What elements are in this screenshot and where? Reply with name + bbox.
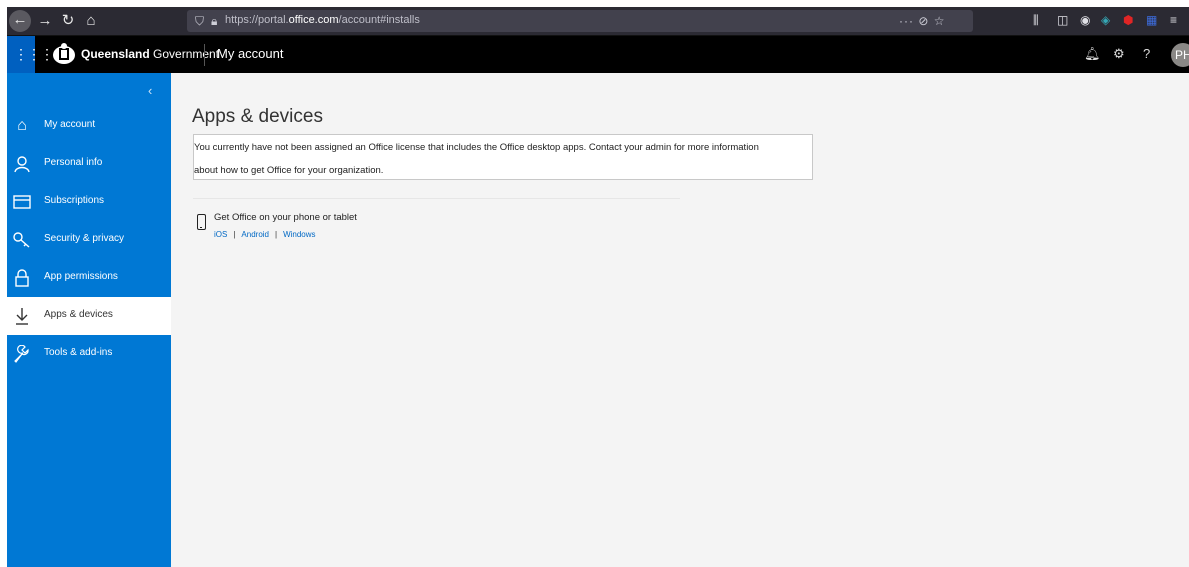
windows-link[interactable]: Windows xyxy=(283,230,315,239)
ios-link[interactable]: iOS xyxy=(214,230,227,239)
phone-icon xyxy=(197,214,206,230)
sidebar-item-apps-devices[interactable]: Apps & devices xyxy=(7,297,171,335)
window-top-strip xyxy=(0,0,1189,7)
padlock-icon[interactable]: 🔒︎ xyxy=(211,14,217,29)
card-icon xyxy=(13,193,31,211)
menu-icon[interactable]: ≡ xyxy=(1170,13,1177,27)
download-icon xyxy=(13,307,31,325)
gear-icon[interactable]: ⚙ xyxy=(1113,46,1125,62)
collapse-chevron-icon[interactable]: ‹ xyxy=(148,83,152,98)
sidebar-item-label: Personal info xyxy=(44,157,103,168)
notice-line-2: about how to get Office for your organiz… xyxy=(194,165,384,176)
grid-extension-icon[interactable]: ▦ xyxy=(1146,13,1157,27)
avatar[interactable]: PH xyxy=(1171,43,1189,67)
app-title[interactable]: My account xyxy=(217,46,283,61)
app-launcher-button[interactable]: ⋮⋮⋮ xyxy=(7,36,54,73)
browser-toolbar: ← → ↻ ⌂ ⛉ 🔒︎ https://portal.office.com/a… xyxy=(7,7,1189,36)
header-divider xyxy=(204,44,205,66)
office-header-bar: ⋮⋮⋮ Queensland Government My account 🔔︎ … xyxy=(7,36,1189,73)
help-icon[interactable]: ? xyxy=(1143,46,1150,61)
extension-icon[interactable]: ◈ xyxy=(1101,13,1110,27)
sidebar-item-app-permissions[interactable]: App permissions xyxy=(7,259,171,297)
key-icon xyxy=(13,231,31,249)
wrench-icon xyxy=(13,344,31,363)
reload-icon[interactable]: ↻ xyxy=(58,11,78,31)
main-content: Apps & devices You currently have not be… xyxy=(171,73,1189,567)
sidebar-item-label: Security & privacy xyxy=(44,233,125,244)
shield-icon[interactable]: ⛉ xyxy=(195,14,204,29)
sidebar-item-subscriptions[interactable]: Subscriptions xyxy=(7,183,171,221)
sidebar: ‹ ⌂ My account Personal info Subscriptio… xyxy=(7,73,171,567)
account-icon[interactable]: ◉ xyxy=(1080,13,1090,27)
section-divider xyxy=(193,198,680,199)
sidebar-item-label: Subscriptions xyxy=(44,195,105,206)
lock-icon xyxy=(13,269,31,287)
home-browser-icon[interactable]: ⌂ xyxy=(81,11,101,31)
sidebar-item-tools-add-ins[interactable]: Tools & add-ins xyxy=(7,335,171,373)
home-icon: ⌂ xyxy=(17,117,27,134)
sidebar-item-my-account[interactable]: ⌂ My account xyxy=(7,107,171,145)
sidebar-item-label: Apps & devices xyxy=(44,309,113,320)
brand-name[interactable]: Queensland Government xyxy=(81,47,219,61)
license-notice: You currently have not been assigned an … xyxy=(193,134,813,180)
page-actions-icons[interactable]: ··· ⊘ ☆ xyxy=(899,14,945,28)
sidebar-item-personal-info[interactable]: Personal info xyxy=(7,145,171,183)
mobile-heading: Get Office on your phone or tablet xyxy=(214,212,357,223)
sidebar-item-label: My account xyxy=(44,119,96,130)
sidebar-item-security-privacy[interactable]: Security & privacy xyxy=(7,221,171,259)
sidebar-toggle-icon[interactable]: ◫ xyxy=(1057,13,1068,27)
address-bar[interactable]: ⛉ 🔒︎ https://portal.office.com/account#i… xyxy=(187,10,973,32)
queensland-crest-icon xyxy=(53,43,75,64)
link-separator: | xyxy=(233,230,236,239)
notice-line-1: You currently have not been assigned an … xyxy=(194,142,759,153)
url-text[interactable]: https://portal.office.com/account#instal… xyxy=(225,14,420,26)
waffle-icon: ⋮⋮⋮ xyxy=(14,46,54,62)
android-link[interactable]: Android xyxy=(241,230,269,239)
bell-icon[interactable]: 🔔︎ xyxy=(1084,46,1101,62)
back-arrow-icon[interactable]: ← xyxy=(9,10,31,32)
forward-arrow-icon[interactable]: → xyxy=(35,11,55,31)
sidebar-item-label: App permissions xyxy=(44,271,118,282)
page-title: Apps & devices xyxy=(192,105,323,127)
person-icon xyxy=(13,155,31,173)
mobile-links: iOS | Android | Windows xyxy=(214,230,316,239)
link-separator: | xyxy=(275,230,278,239)
sidebar-item-label: Tools & add-ins xyxy=(44,347,113,358)
library-icon[interactable]: ⫼ xyxy=(1033,13,1039,28)
adblock-icon[interactable]: ⬢ xyxy=(1123,13,1133,27)
